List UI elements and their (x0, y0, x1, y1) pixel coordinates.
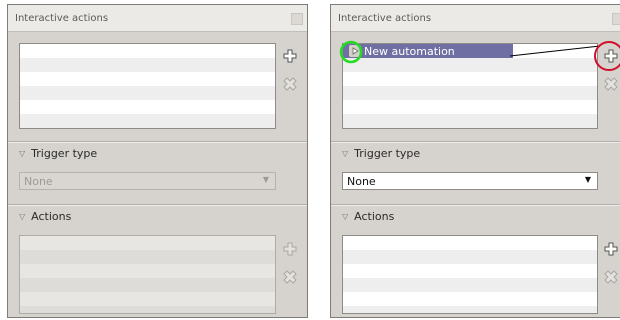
list-row (343, 100, 597, 114)
close-icon[interactable] (612, 13, 620, 25)
add-automation-button[interactable] (283, 49, 297, 63)
list-row (20, 236, 275, 250)
remove-action-button[interactable] (283, 270, 297, 284)
list-row (343, 58, 597, 72)
trigger-type-select[interactable]: None ▼ (19, 172, 276, 190)
list-row (343, 264, 597, 278)
trigger-type-select[interactable]: None ▼ (342, 172, 598, 190)
list-row (343, 278, 597, 292)
list-row (20, 264, 275, 278)
trigger-type-label: Trigger type (354, 147, 421, 160)
panel-title: Interactive actions (338, 13, 432, 24)
plus-icon (604, 49, 618, 63)
trigger-type-section-header[interactable]: ▽ Trigger type (342, 147, 420, 160)
plus-icon (283, 49, 297, 63)
list-row (343, 72, 597, 86)
list-row (20, 86, 275, 100)
section-divider (8, 142, 307, 143)
plus-icon (604, 242, 618, 256)
chevron-down-icon: ▼ (584, 175, 591, 184)
automation-item-label: New automation (364, 44, 455, 58)
automation-item-selected[interactable]: New automation (343, 44, 513, 58)
actions-list[interactable] (342, 235, 598, 314)
list-row (20, 306, 275, 313)
interactive-actions-panel-before: Interactive actions ▽ Trigger type None … (7, 4, 308, 318)
section-divider (331, 205, 620, 206)
cross-icon (283, 77, 297, 91)
list-row (20, 292, 275, 306)
panel-title: Interactive actions (15, 13, 109, 24)
automation-list[interactable] (19, 43, 276, 129)
panel-titlebar: Interactive actions (331, 5, 620, 32)
list-row (20, 44, 275, 58)
list-row (343, 250, 597, 264)
actions-label: Actions (354, 210, 395, 223)
trigger-type-value: None (24, 175, 53, 188)
actions-section-header[interactable]: ▽ Actions (342, 210, 394, 223)
section-divider (331, 142, 620, 143)
remove-automation-button[interactable] (604, 77, 618, 91)
list-row (343, 306, 597, 313)
list-row (20, 114, 275, 128)
trigger-type-value: None (347, 175, 376, 188)
actions-list[interactable] (19, 235, 276, 314)
trigger-type-section-header[interactable]: ▽ Trigger type (19, 147, 97, 160)
plus-icon (283, 242, 297, 256)
list-row (343, 114, 597, 128)
chevron-down-icon: ▼ (262, 175, 269, 184)
remove-automation-button[interactable] (283, 77, 297, 91)
triangle-down-icon: ▽ (342, 149, 349, 158)
close-icon[interactable] (291, 13, 303, 25)
remove-action-button[interactable] (604, 270, 618, 284)
add-action-button[interactable] (604, 242, 618, 256)
actions-section-header[interactable]: ▽ Actions (19, 210, 71, 223)
add-action-button[interactable] (283, 242, 297, 256)
cross-icon (604, 77, 618, 91)
panel-titlebar: Interactive actions (8, 5, 307, 32)
list-row (20, 58, 275, 72)
add-automation-button[interactable] (604, 49, 618, 63)
interactive-actions-panel-after: Interactive actions New automation ▽ Tri… (330, 4, 620, 318)
triangle-down-icon: ▽ (19, 212, 26, 221)
list-row (20, 72, 275, 86)
list-row (20, 278, 275, 292)
list-row (20, 100, 275, 114)
automation-list[interactable]: New automation (342, 43, 598, 129)
list-row (343, 236, 597, 250)
actions-label: Actions (31, 210, 72, 223)
triangle-down-icon: ▽ (342, 212, 349, 221)
list-row (343, 86, 597, 100)
section-divider (8, 205, 307, 206)
cross-icon (283, 270, 297, 284)
list-row (343, 292, 597, 306)
trigger-type-label: Trigger type (31, 147, 98, 160)
list-row (20, 250, 275, 264)
play-icon[interactable] (349, 45, 361, 57)
triangle-down-icon: ▽ (19, 149, 26, 158)
cross-icon (604, 270, 618, 284)
